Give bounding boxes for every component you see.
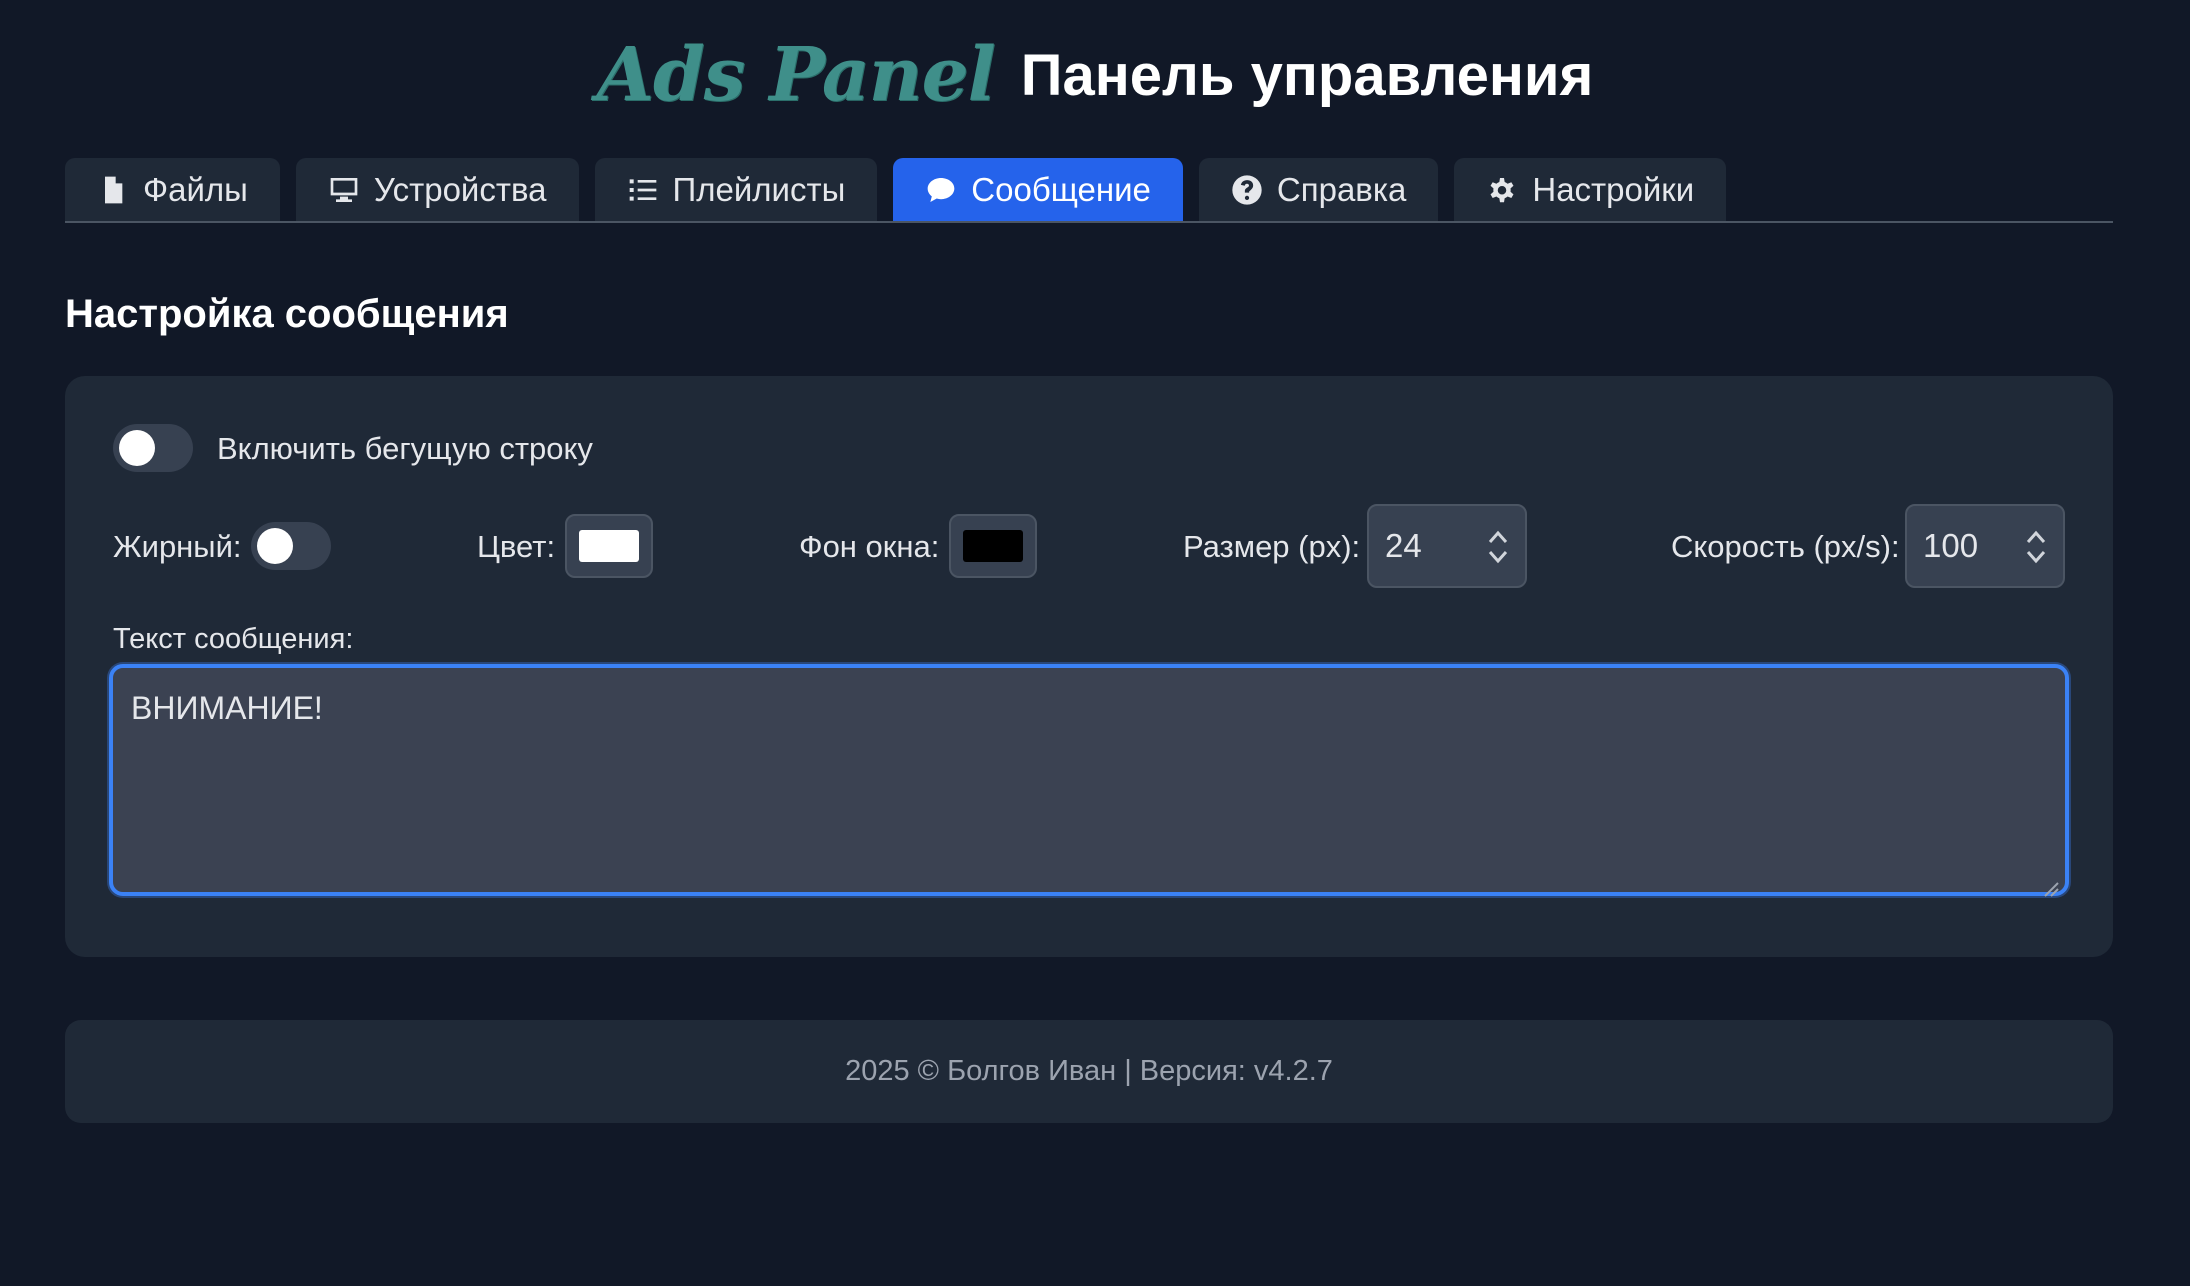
tab-bar: Файлы Устройства Плейлисты Сообщение Спр… bbox=[65, 158, 2113, 223]
tab-devices[interactable]: Устройства bbox=[295, 158, 579, 221]
footer: 2025 © Болгов Иван | Версия: v4.2.7 bbox=[65, 1020, 2113, 1123]
monitor-icon bbox=[330, 177, 358, 202]
tab-help[interactable]: Справка bbox=[1198, 158, 1439, 221]
question-circle-icon bbox=[1232, 174, 1262, 205]
message-settings-card: Включить бегущую строку Жирный: Цвет: Фо… bbox=[65, 376, 2113, 957]
tab-settings[interactable]: Настройки bbox=[1454, 158, 1727, 221]
message-textarea-value: ВНИМАНИЕ! bbox=[131, 690, 323, 726]
bold-toggle[interactable] bbox=[251, 522, 331, 570]
bg-color-picker[interactable] bbox=[949, 514, 1037, 578]
speed-input-value: 100 bbox=[1923, 527, 1979, 564]
resize-grip-icon[interactable] bbox=[2041, 868, 2059, 897]
gear-icon bbox=[1490, 177, 1514, 202]
speed-input[interactable]: 100 bbox=[1905, 504, 2065, 588]
bg-color-preview bbox=[963, 530, 1023, 562]
size-spinner[interactable] bbox=[1485, 526, 1511, 568]
header: Ads Panel Панель управления bbox=[0, 30, 2190, 120]
bold-label: Жирный: bbox=[113, 529, 242, 564]
chat-icon bbox=[927, 177, 955, 202]
tab-playlists-label: Плейлисты bbox=[672, 170, 846, 208]
tab-files-label: Файлы bbox=[143, 170, 248, 208]
page: Ads Panel Панель управления Файлы Устрой… bbox=[0, 0, 2190, 1286]
tab-message-label: Сообщение bbox=[971, 170, 1151, 208]
tab-settings-label: Настройки bbox=[1532, 170, 1695, 208]
footer-text: 2025 © Болгов Иван | Версия: v4.2.7 bbox=[845, 1055, 1333, 1087]
size-input[interactable]: 24 bbox=[1367, 504, 1527, 588]
tab-files[interactable]: Файлы bbox=[65, 158, 280, 221]
bg-color-label: Фон окна: bbox=[799, 529, 940, 564]
app-title: Панель управления bbox=[1020, 42, 1594, 108]
tab-help-label: Справка bbox=[1276, 170, 1407, 208]
tab-playlists[interactable]: Плейлисты bbox=[594, 158, 878, 221]
color-label: Цвет: bbox=[477, 529, 556, 564]
section-title: Настройка сообщения bbox=[65, 292, 509, 336]
spinner-arrows-icon bbox=[2026, 530, 2046, 564]
logo: Ads Panel bbox=[596, 32, 996, 118]
spinner-arrows-icon bbox=[1488, 530, 1508, 564]
text-color-picker[interactable] bbox=[565, 514, 653, 578]
speed-spinner[interactable] bbox=[2023, 526, 2049, 568]
message-text-label: Текст сообщения: bbox=[113, 623, 354, 655]
file-icon bbox=[105, 176, 123, 203]
ticker-toggle[interactable] bbox=[113, 424, 193, 472]
ticker-toggle-label: Включить бегущую строку bbox=[217, 431, 593, 466]
list-icon bbox=[629, 178, 656, 201]
tab-message[interactable]: Сообщение bbox=[893, 158, 1183, 221]
speed-label: Скорость (px/s): bbox=[1671, 529, 1900, 564]
tab-devices-label: Устройства bbox=[373, 170, 547, 208]
message-textarea[interactable]: ВНИМАНИЕ! bbox=[109, 664, 2069, 897]
text-color-preview bbox=[579, 530, 639, 562]
size-input-value: 24 bbox=[1385, 527, 1422, 564]
size-label: Размер (px): bbox=[1183, 529, 1361, 564]
